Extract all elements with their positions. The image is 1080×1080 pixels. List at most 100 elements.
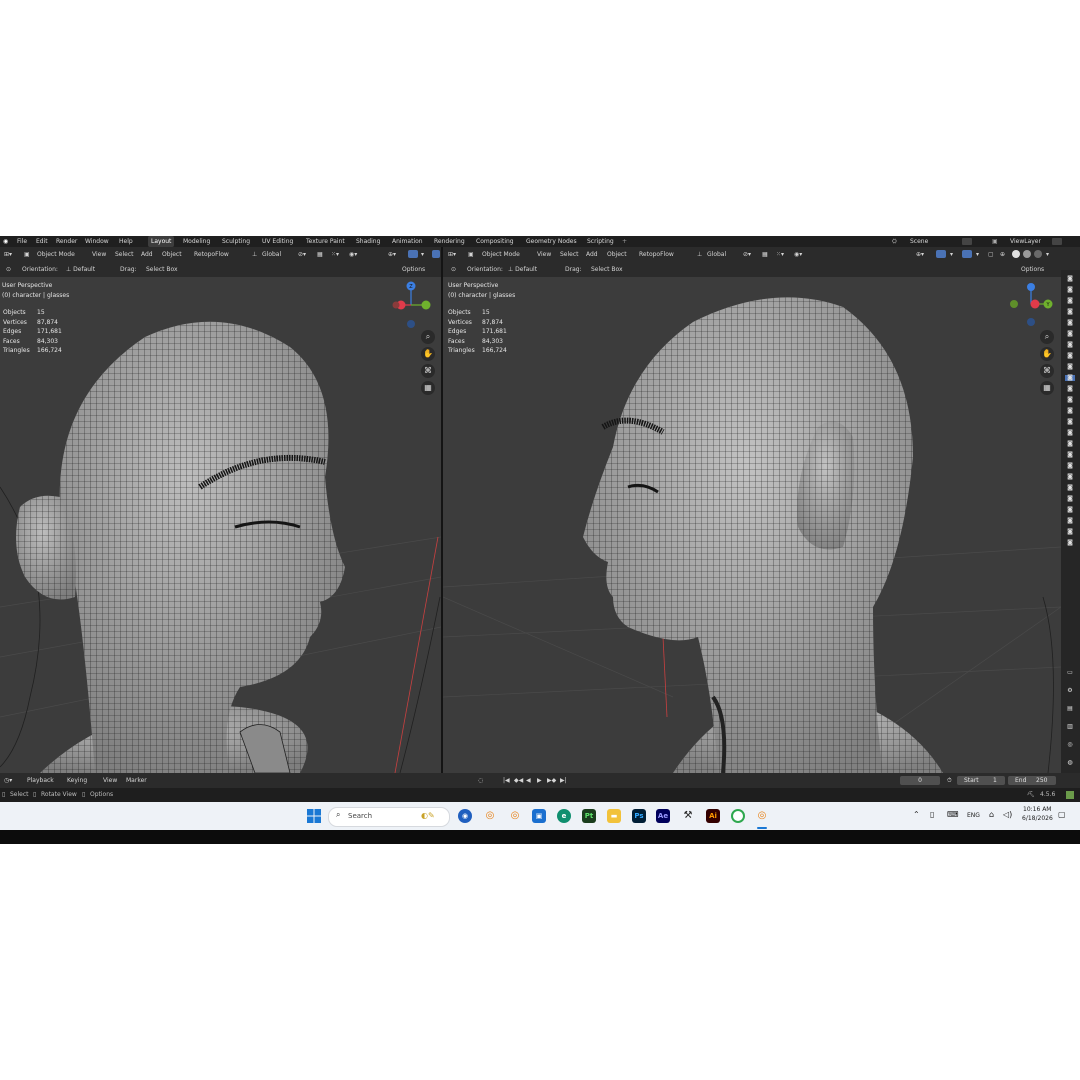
illustrator-icon[interactable]: Ai xyxy=(706,809,720,823)
menu-add[interactable]: Add xyxy=(586,247,598,262)
tab-layout[interactable]: Layout xyxy=(148,236,175,247)
transform-orientation-select[interactable]: Global xyxy=(262,247,281,262)
gizmo-toggle-icon[interactable] xyxy=(936,250,946,258)
drag-select[interactable]: Select Box xyxy=(591,262,623,277)
orientation-select[interactable]: ⊥ Default xyxy=(66,262,95,277)
camera-icon[interactable]: ◙ xyxy=(1065,386,1075,392)
camera-icon[interactable]: ◙ xyxy=(1065,309,1075,315)
camera-icon[interactable]: ◙ xyxy=(1065,320,1075,326)
copy-scene-icon[interactable] xyxy=(962,238,972,245)
gizmo-dropdown-icon[interactable]: ▾ xyxy=(421,247,424,262)
menu-render[interactable]: Render xyxy=(56,236,77,247)
menu-view[interactable]: View xyxy=(92,247,106,262)
blender-app-icon[interactable]: ◎ xyxy=(508,809,522,823)
render-icon[interactable]: ⚙ xyxy=(1065,688,1075,694)
transform-orientation-select[interactable]: Global xyxy=(707,247,726,262)
windows-start-icon[interactable] xyxy=(307,809,321,823)
tab-animation[interactable]: Animation xyxy=(392,236,423,247)
menu-select[interactable]: Select xyxy=(115,247,134,262)
snap-target-icon[interactable]: ⁙▾ xyxy=(331,247,339,262)
scene-selector[interactable]: Scene xyxy=(910,236,928,247)
tab-texture-paint[interactable]: Texture Paint xyxy=(306,236,345,247)
clock-date[interactable]: 6/18/2026 xyxy=(1022,815,1053,822)
camera-icon[interactable]: ◙ xyxy=(1065,408,1075,414)
notification-icon[interactable] xyxy=(1066,791,1074,799)
tray-overflow-icon[interactable]: ⌃ xyxy=(913,810,920,819)
menu-playback[interactable]: Playback xyxy=(27,773,54,788)
camera-icon[interactable]: ◙ xyxy=(1065,452,1075,458)
select-box-tool-icon[interactable]: ⊙ xyxy=(6,262,11,277)
tab-modeling[interactable]: Modeling xyxy=(183,236,210,247)
retopoflow-menu[interactable]: RetopoFlow xyxy=(639,247,674,262)
zoom-icon[interactable]: ⌕ xyxy=(421,330,435,344)
overlay-dropdown-icon[interactable]: ▾ xyxy=(976,247,979,262)
volume-icon[interactable]: ◁) xyxy=(1003,810,1012,819)
visibility-icon[interactable]: ⊕▾ xyxy=(916,247,924,262)
end-frame-field[interactable]: End 250 xyxy=(1008,776,1056,785)
perspective-grid-icon[interactable]: ▦ xyxy=(421,381,435,395)
snap-icon[interactable]: ▦ xyxy=(762,247,768,262)
timeline-editor-icon[interactable]: ◷▾ xyxy=(4,773,12,788)
world-props-icon[interactable]: ◍ xyxy=(1065,760,1075,766)
start-frame-field[interactable]: Start 1 xyxy=(957,776,1005,785)
menu-edit[interactable]: Edit xyxy=(36,236,48,247)
output-icon[interactable]: ▤ xyxy=(1065,706,1075,712)
record-icon[interactable]: ◌ xyxy=(478,773,483,788)
menu-marker[interactable]: Marker xyxy=(126,773,147,788)
navigation-gizmo[interactable]: Z xyxy=(390,279,434,329)
menu-view[interactable]: View xyxy=(103,773,117,788)
visibility-icon[interactable]: ⊕▾ xyxy=(388,247,396,262)
pan-hand-icon[interactable]: ✋ xyxy=(1040,347,1054,361)
tab-compositing[interactable]: Compositing xyxy=(476,236,514,247)
clock-time[interactable]: 10:16 AM xyxy=(1023,806,1051,813)
after-effects-icon[interactable]: Ae xyxy=(656,809,670,823)
camera-icon[interactable]: ◙ xyxy=(1065,463,1075,469)
tool-settings-icon[interactable]: ▭ xyxy=(1065,670,1075,676)
chrome-icon[interactable] xyxy=(731,809,745,823)
camera-icon[interactable]: ◙ xyxy=(1065,287,1075,293)
editor-type-icon[interactable]: ⊞▾ xyxy=(4,247,12,262)
shading-material-icon[interactable] xyxy=(1023,250,1031,258)
camera-icon[interactable]: ◙ xyxy=(1065,276,1075,282)
navigation-gizmo[interactable]: Y xyxy=(1008,279,1058,329)
tab-rendering[interactable]: Rendering xyxy=(434,236,465,247)
retopoflow-menu[interactable]: RetopoFlow xyxy=(194,247,229,262)
camera-icon[interactable]: ◙ xyxy=(1065,397,1075,403)
menu-view[interactable]: View xyxy=(537,247,551,262)
camera-view-icon[interactable]: ⌘ xyxy=(421,364,435,378)
pivot-icon[interactable]: ⊘▾ xyxy=(743,247,751,262)
substance-painter-icon[interactable]: Pt xyxy=(582,809,596,823)
menu-file[interactable]: File xyxy=(17,236,27,247)
proportional-edit-icon[interactable]: ◉▾ xyxy=(794,247,802,262)
shading-rendered-icon[interactable] xyxy=(1034,250,1042,258)
mode-selector[interactable]: Object Mode xyxy=(37,247,75,262)
pan-hand-icon[interactable]: ✋ xyxy=(421,347,435,361)
editor-type-icon[interactable]: ⊞▾ xyxy=(448,247,456,262)
camera-icon-active[interactable]: ◙ xyxy=(1065,375,1075,381)
taskbar-search[interactable]: ⌕ Search ◐✎ xyxy=(328,807,450,827)
options-dropdown[interactable]: Options xyxy=(1021,262,1044,277)
options-dropdown[interactable]: Options xyxy=(402,262,425,277)
proportional-edit-icon[interactable]: ◉▾ xyxy=(349,247,357,262)
select-box-tool-icon[interactable]: ⊙ xyxy=(451,262,456,277)
app-icon[interactable]: ◉ xyxy=(458,809,472,823)
gizmo-dropdown-icon[interactable]: ▾ xyxy=(950,247,953,262)
overlay-toggle-icon[interactable] xyxy=(432,250,440,258)
camera-icon[interactable]: ◙ xyxy=(1065,342,1075,348)
menu-select[interactable]: Select xyxy=(560,247,579,262)
overlay-toggle-icon[interactable] xyxy=(962,250,972,258)
language-indicator[interactable]: ENG xyxy=(967,812,980,819)
blender-app-icon[interactable]: ◎ xyxy=(483,809,497,823)
orientation-select[interactable]: ⊥ Default xyxy=(508,262,537,277)
camera-icon[interactable]: ◙ xyxy=(1065,353,1075,359)
menu-object[interactable]: Object xyxy=(607,247,627,262)
shading-wireframe-icon[interactable]: ⊕ xyxy=(1000,247,1005,262)
tab-scripting[interactable]: Scripting xyxy=(587,236,614,247)
file-explorer-icon[interactable]: ▬ xyxy=(607,809,621,823)
photoshop-icon[interactable]: Ps xyxy=(632,809,646,823)
viewlayer-selector[interactable]: ViewLayer xyxy=(1010,236,1041,247)
add-workspace-button[interactable]: + xyxy=(622,236,627,247)
camera-icon[interactable]: ◙ xyxy=(1065,331,1075,337)
snap-target-icon[interactable]: ⁙▾ xyxy=(776,247,784,262)
play-reverse-icon[interactable]: ◀ xyxy=(526,773,531,788)
